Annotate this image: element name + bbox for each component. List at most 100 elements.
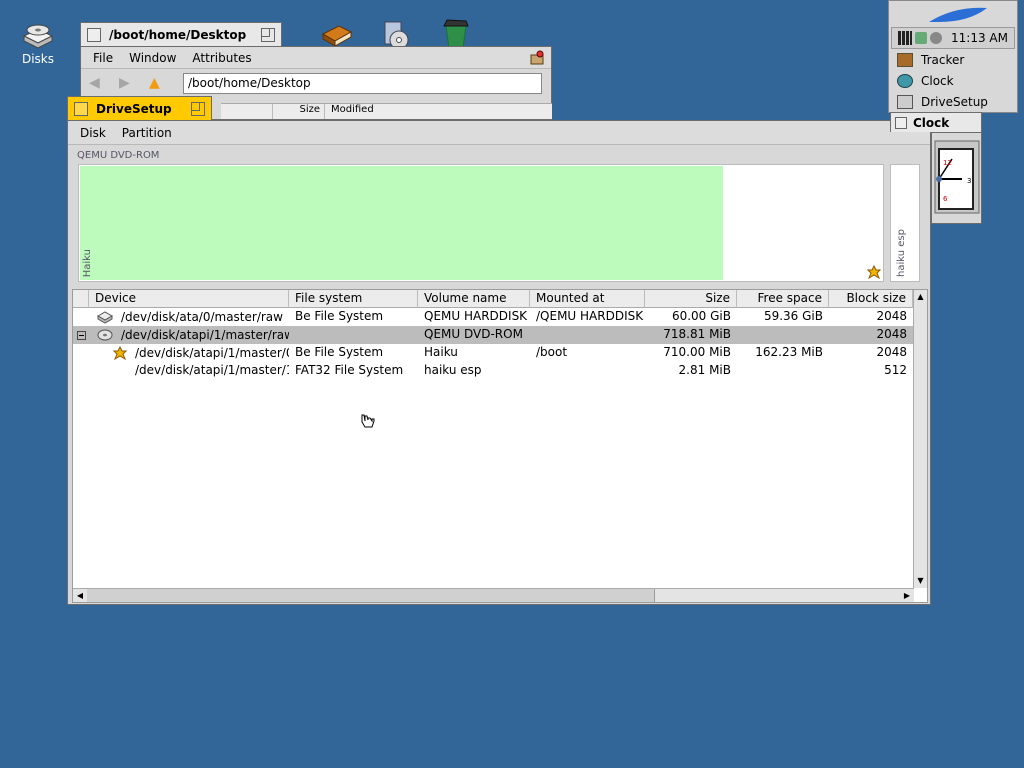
block-size: 512	[884, 363, 907, 377]
scroll-right-arrow-icon[interactable]: ▶	[900, 589, 914, 602]
deskbar-item-clock[interactable]: Clock	[889, 70, 1017, 91]
file-system	[289, 326, 418, 344]
up-arrow-icon[interactable]: ▲	[149, 76, 169, 90]
menu-attributes[interactable]: Attributes	[184, 51, 259, 65]
drivesetup-menubar: Disk Partition	[68, 121, 930, 145]
size: 2.81 MiB	[678, 363, 731, 377]
tracker-window-tab[interactable]: /boot/home/Desktop	[80, 22, 282, 46]
partition-row[interactable]: /dev/disk/ata/0/master/raw Be File Syste…	[73, 308, 914, 326]
tracker-menubar: File Window Attributes	[81, 47, 551, 69]
desktop-icon-disks[interactable]: Disks	[12, 20, 64, 66]
column-modified[interactable]: Modified	[325, 104, 374, 119]
partition-list-header: Device File system Volume name Mounted a…	[73, 290, 914, 308]
collapse-toggle-icon[interactable]	[76, 330, 86, 340]
mount-point: /boot	[536, 345, 568, 359]
deskbar-item-drivesetup[interactable]: DriveSetup	[889, 91, 1017, 112]
deskbar-logo[interactable]	[889, 1, 1017, 27]
deskbar-item-label: DriveSetup	[921, 94, 988, 109]
deskbar-clock[interactable]: 11:13 AM	[951, 31, 1008, 45]
drivesetup-icon	[897, 94, 913, 109]
cpu-meter-icon[interactable]	[898, 31, 912, 45]
path-field[interactable]: /boot/home/Desktop	[183, 73, 542, 94]
network-icon[interactable]	[915, 32, 927, 44]
file-system: FAT32 File System	[295, 363, 404, 377]
drivesetup-window-title: DriveSetup	[96, 101, 172, 116]
partition-haiku-esp[interactable]: haiku esp	[890, 164, 920, 282]
file-system: Be File System	[295, 309, 384, 323]
size: 60.00 GiB	[671, 309, 731, 323]
mount-point	[530, 362, 645, 380]
tracker-close-button[interactable]	[87, 27, 101, 42]
tracker-icon	[897, 52, 913, 67]
partition-haiku[interactable]	[80, 166, 723, 280]
column-volume-name[interactable]: Volume name	[418, 290, 530, 308]
column-file-system[interactable]: File system	[289, 290, 418, 308]
clock-window-tab[interactable]: Clock	[890, 112, 982, 132]
volume-name: QEMU HARDDISK	[424, 309, 528, 323]
block-size: 2048	[876, 345, 907, 359]
scroll-thumb[interactable]	[87, 589, 655, 602]
free-space: 59.36 GiB	[763, 309, 823, 323]
haiku-leaf-icon	[113, 346, 127, 360]
volume-name: Haiku	[424, 345, 458, 359]
clock-window: 12 3 6	[931, 132, 982, 224]
harddisk-icon	[97, 311, 113, 324]
column-free-space[interactable]: Free space	[737, 290, 829, 308]
partition-row[interactable]: /dev/disk/atapi/1/master/1 FAT32 File Sy…	[73, 362, 914, 380]
vertical-scrollbar[interactable]: ▲ ▼	[913, 290, 927, 588]
block-size: 2048	[876, 309, 907, 323]
device-path: /dev/disk/atapi/1/master/1	[135, 363, 289, 377]
partition-haiku-esp-label: haiku esp	[896, 229, 907, 277]
forward-arrow-icon[interactable]: ▶	[119, 76, 139, 90]
menu-window[interactable]: Window	[121, 51, 184, 65]
volume-name: haiku esp	[424, 363, 482, 377]
hand-cursor-icon	[361, 414, 375, 428]
partition-row[interactable]: /dev/disk/atapi/1/master/0 Be File Syste…	[73, 344, 914, 362]
disks-icon	[22, 24, 54, 49]
column-size[interactable]: Size	[645, 290, 737, 308]
tracker-zoom-button[interactable]	[261, 27, 275, 42]
partition-list[interactable]: Device File system Volume name Mounted a…	[72, 289, 928, 603]
menu-partition[interactable]: Partition	[114, 126, 180, 140]
scroll-down-arrow-icon[interactable]: ▼	[914, 574, 927, 588]
clock-close-button[interactable]	[895, 116, 907, 129]
free-space: 162.23 MiB	[755, 345, 823, 359]
drivesetup-zoom-button[interactable]	[191, 101, 205, 116]
free-space	[737, 362, 829, 380]
menu-file[interactable]: File	[85, 51, 121, 65]
back-arrow-icon[interactable]: ◀	[89, 76, 109, 90]
svg-text:12: 12	[943, 159, 952, 167]
column-block-size[interactable]: Block size	[829, 290, 913, 308]
scroll-left-arrow-icon[interactable]: ◀	[73, 589, 87, 602]
tracker-window-title: /boot/home/Desktop	[109, 27, 247, 42]
device-path: /dev/disk/ata/0/master/raw	[121, 310, 283, 324]
drivesetup-close-button[interactable]	[74, 101, 88, 116]
deskbar-tray: 11:13 AM	[891, 27, 1015, 49]
device-path: /dev/disk/atapi/1/master/raw	[121, 328, 289, 342]
volume-name: QEMU DVD-ROM	[424, 327, 523, 341]
scroll-up-arrow-icon[interactable]: ▲	[914, 290, 927, 304]
partition-row-selected[interactable]: /dev/disk/atapi/1/master/raw QEMU DVD-RO…	[73, 326, 914, 344]
disks-label: Disks	[21, 52, 55, 66]
size: 718.81 MiB	[663, 327, 731, 341]
column-size[interactable]: Size	[273, 104, 325, 119]
svg-text:3: 3	[967, 177, 971, 185]
free-space	[737, 326, 829, 344]
file-system: Be File System	[295, 345, 384, 359]
column-mounted-at[interactable]: Mounted at	[530, 290, 645, 308]
horizontal-scrollbar[interactable]: ◀ ▶	[73, 588, 914, 602]
drivesetup-window-tab[interactable]: DriveSetup	[67, 96, 212, 120]
book-icon	[321, 25, 353, 47]
volume-icon[interactable]	[930, 32, 942, 44]
cdrom-icon	[97, 329, 113, 341]
partition-haiku-label: Haiku	[82, 248, 93, 277]
clock-window-title: Clock	[913, 115, 950, 130]
column-device[interactable]: Device	[89, 290, 289, 308]
svg-text:6: 6	[943, 195, 948, 203]
menu-disk[interactable]: Disk	[72, 126, 114, 140]
size: 710.00 MiB	[663, 345, 731, 359]
leaf-logo-icon	[929, 7, 987, 22]
clock-icon	[897, 73, 913, 88]
analog-clock-face: 12 3 6	[934, 140, 980, 214]
deskbar-item-tracker[interactable]: Tracker	[889, 49, 1017, 70]
